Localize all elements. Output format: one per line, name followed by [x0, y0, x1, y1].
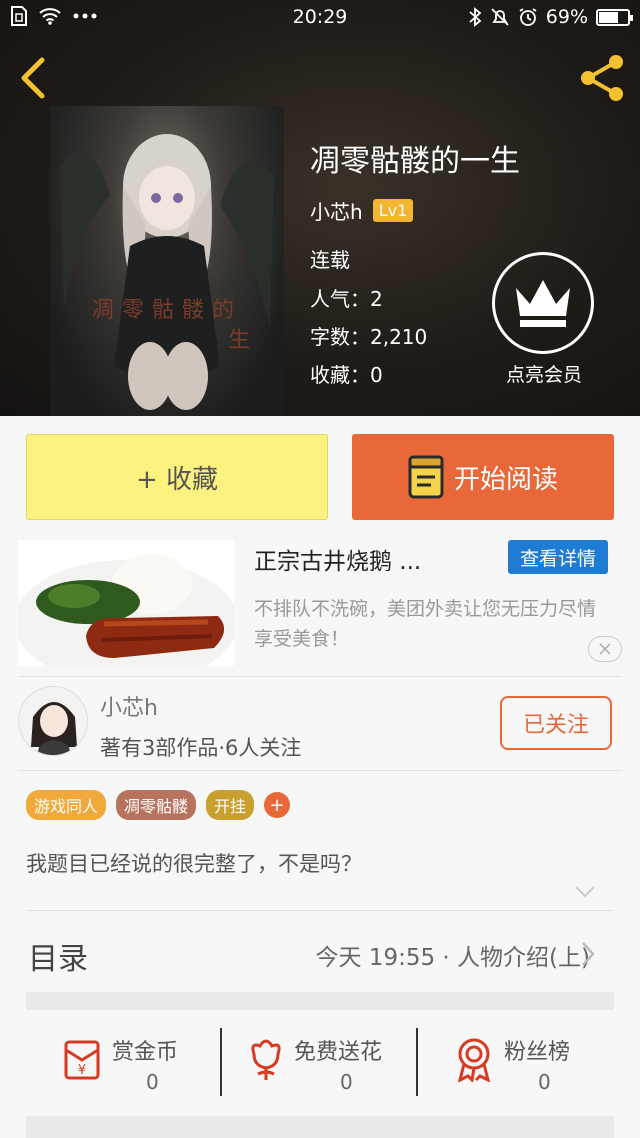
toc-label: 目录	[28, 942, 88, 977]
book-icon	[408, 455, 444, 499]
stat-label: 免费送花	[294, 1040, 383, 1065]
stat-label: 赏金币	[112, 1040, 179, 1065]
stat-divider	[416, 1028, 418, 1096]
tag-item[interactable]: 凋零骷髅	[116, 790, 197, 820]
stat-label: 粉丝榜	[504, 1040, 571, 1065]
author-stats: 著有3部作品·6人关注	[100, 736, 302, 760]
ad-food-photo	[18, 540, 234, 666]
expand-chevron-icon[interactable]	[574, 884, 596, 900]
ad-description: 不排队不洗碗，美团外卖让您无压力尽情享受美食！	[254, 598, 597, 650]
flower-icon	[251, 1039, 281, 1080]
bottom-separator	[26, 1116, 614, 1138]
favorite-label: + 收藏	[135, 464, 219, 495]
book-header: 20:29 69% 凋零骷髅的 生 凋零骷髅的一生 小芯h Lv1 连载 人气：…	[0, 0, 640, 416]
stat-count: 0	[146, 1070, 159, 1094]
cover-title-text-2: 生	[227, 328, 250, 353]
book-description: 我题目已经说的很完整了，不是吗？	[26, 852, 362, 876]
chevron-right-icon	[582, 942, 595, 966]
author-level-badge: Lv1	[372, 199, 414, 222]
ad-view-details-button[interactable]: 查看详情	[508, 540, 608, 574]
book-title: 凋零骷髅的一生	[310, 144, 520, 179]
author-avatar[interactable]	[18, 686, 88, 756]
stat-count: 0	[340, 1070, 353, 1094]
book-status: 连载	[310, 248, 350, 272]
section-separator	[26, 992, 614, 1010]
ad-image[interactable]	[18, 540, 234, 666]
vip-button[interactable]: 点亮会员	[492, 252, 596, 387]
battery-icon	[596, 8, 633, 26]
tag-item[interactable]: 游戏同人	[26, 790, 107, 820]
book-author-name[interactable]: 小芯h	[310, 196, 363, 225]
stat-divider	[220, 1028, 222, 1096]
battery-percent: 69%	[545, 6, 588, 28]
cover-title-text: 凋零骷髅的	[91, 298, 242, 323]
tag-list: 游戏同人 凋零骷髅 开挂 +	[26, 790, 291, 820]
book-cover[interactable]: 凋零骷髅的 生	[50, 106, 284, 416]
book-word-count: 字数：2,210	[310, 325, 428, 349]
ad-close-button[interactable]	[588, 636, 622, 662]
crown-icon	[516, 280, 570, 327]
avatar-image	[19, 687, 87, 755]
back-button[interactable]	[14, 56, 54, 100]
vip-label: 点亮会员	[505, 364, 582, 386]
ad-title[interactable]: 正宗古井烧鹅 ...	[254, 542, 421, 576]
start-reading-label: 开始阅读	[453, 464, 558, 495]
medal-icon	[457, 1038, 491, 1082]
red-envelope-icon: ¥	[64, 1040, 100, 1080]
mute-bell-icon	[491, 8, 509, 26]
reward-coins-button[interactable]: ¥ 赏金币 0	[60, 1030, 200, 1100]
send-flower-button[interactable]: 免费送花 0	[244, 1030, 404, 1100]
status-bar: 20:29 69%	[0, 0, 640, 34]
add-tag-button[interactable]: +	[264, 792, 291, 818]
favorite-button[interactable]: + 收藏	[26, 434, 328, 520]
divider	[26, 910, 614, 911]
vip-circle	[492, 252, 594, 354]
book-author-row: 小芯h Lv1	[310, 196, 414, 225]
book-popularity: 人气：2	[310, 287, 383, 311]
follow-button[interactable]: 已关注	[500, 696, 612, 750]
author-name[interactable]: 小芯h	[100, 690, 158, 722]
cover-illustration	[60, 134, 274, 410]
svg-text:¥: ¥	[78, 1063, 86, 1078]
divider	[18, 770, 622, 771]
book-favorites: 收藏：0	[310, 363, 383, 387]
divider	[18, 676, 622, 677]
alarm-icon	[519, 8, 537, 26]
toc-latest-chapter: 今天 19:55 · 人物介绍(上)	[315, 945, 590, 971]
share-button[interactable]	[576, 52, 628, 104]
tag-item[interactable]: 开挂	[206, 790, 255, 820]
bluetooth-icon	[469, 7, 482, 27]
fans-ranking-button[interactable]: 粉丝榜 0	[452, 1030, 592, 1100]
close-icon	[599, 643, 611, 655]
start-reading-button[interactable]: 开始阅读	[352, 434, 614, 520]
stat-count: 0	[538, 1070, 551, 1094]
